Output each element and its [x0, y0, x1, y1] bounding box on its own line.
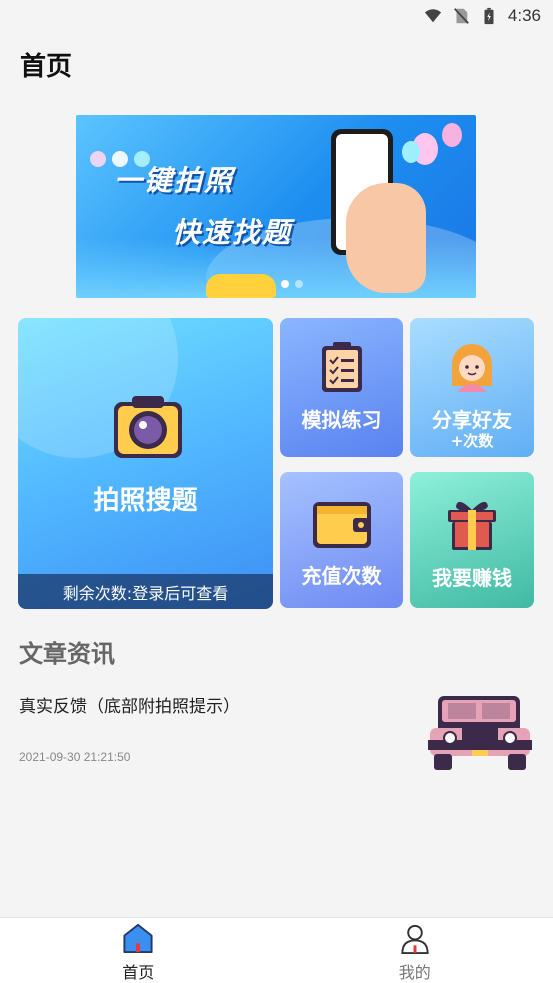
- recharge-tile[interactable]: 充值次数: [280, 472, 403, 608]
- balloon-icon: [402, 141, 420, 163]
- page-title: 首页: [20, 52, 73, 82]
- taxi-illustration: [206, 274, 276, 298]
- share-label: 分享好友: [432, 408, 512, 432]
- recharge-label: 充值次数: [301, 564, 382, 588]
- nav-label-profile: 我的: [398, 963, 431, 982]
- earn-label: 我要赚钱: [432, 566, 512, 590]
- article-title: 真实反馈（底部附拍照提示）: [19, 697, 240, 717]
- photo-search-tile[interactable]: 拍照搜题 剩余次数:登录后可查看: [18, 318, 273, 609]
- banner-pager: [281, 280, 303, 288]
- remaining-count-footer: 剩余次数:登录后可查看: [18, 574, 273, 609]
- hand-illustration: [346, 183, 426, 293]
- girl-avatar-icon: [452, 344, 492, 392]
- nav-item-profile[interactable]: 我的: [277, 918, 553, 983]
- battery-icon: [484, 7, 494, 25]
- no-sim-icon: [453, 8, 469, 24]
- photo-search-label: 拍照搜题: [93, 486, 198, 516]
- bottom-nav: 首页 我的: [0, 917, 553, 983]
- nav-label-home: 首页: [122, 963, 155, 982]
- share-tile[interactable]: 分享好友 +次数: [410, 318, 534, 457]
- article-item[interactable]: 真实反馈（底部附拍照提示） 2021-09-30 21:21:50: [0, 680, 553, 780]
- wifi-icon: [424, 9, 442, 23]
- promo-banner[interactable]: 一键拍照 快速找题: [76, 115, 476, 298]
- wallet-icon: [312, 502, 371, 548]
- pager-dot-active: [281, 280, 289, 288]
- clipboard-icon: [321, 342, 362, 392]
- earn-tile[interactable]: 我要赚钱: [410, 472, 534, 608]
- banner-headline-2: 快速找题: [172, 216, 293, 249]
- balloon-icon: [442, 123, 462, 147]
- practice-label: 模拟练习: [301, 408, 382, 432]
- pink-jeep-icon: [428, 696, 532, 770]
- share-sub-label: +次数: [450, 432, 494, 450]
- camera-icon: [114, 396, 182, 458]
- status-time: 4:36: [507, 6, 541, 25]
- articles-section-title: 文章资讯: [19, 640, 115, 668]
- nav-item-home[interactable]: 首页: [0, 918, 277, 983]
- article-date: 2021-09-30 21:21:50: [19, 750, 131, 764]
- gift-icon: [448, 501, 496, 550]
- practice-tile[interactable]: 模拟练习: [280, 318, 403, 457]
- banner-headline-1: 一键拍照: [114, 164, 235, 197]
- status-bar: 4:36: [0, 0, 553, 32]
- user-icon: [401, 924, 429, 955]
- pager-dot: [295, 280, 303, 288]
- home-icon: [123, 923, 153, 954]
